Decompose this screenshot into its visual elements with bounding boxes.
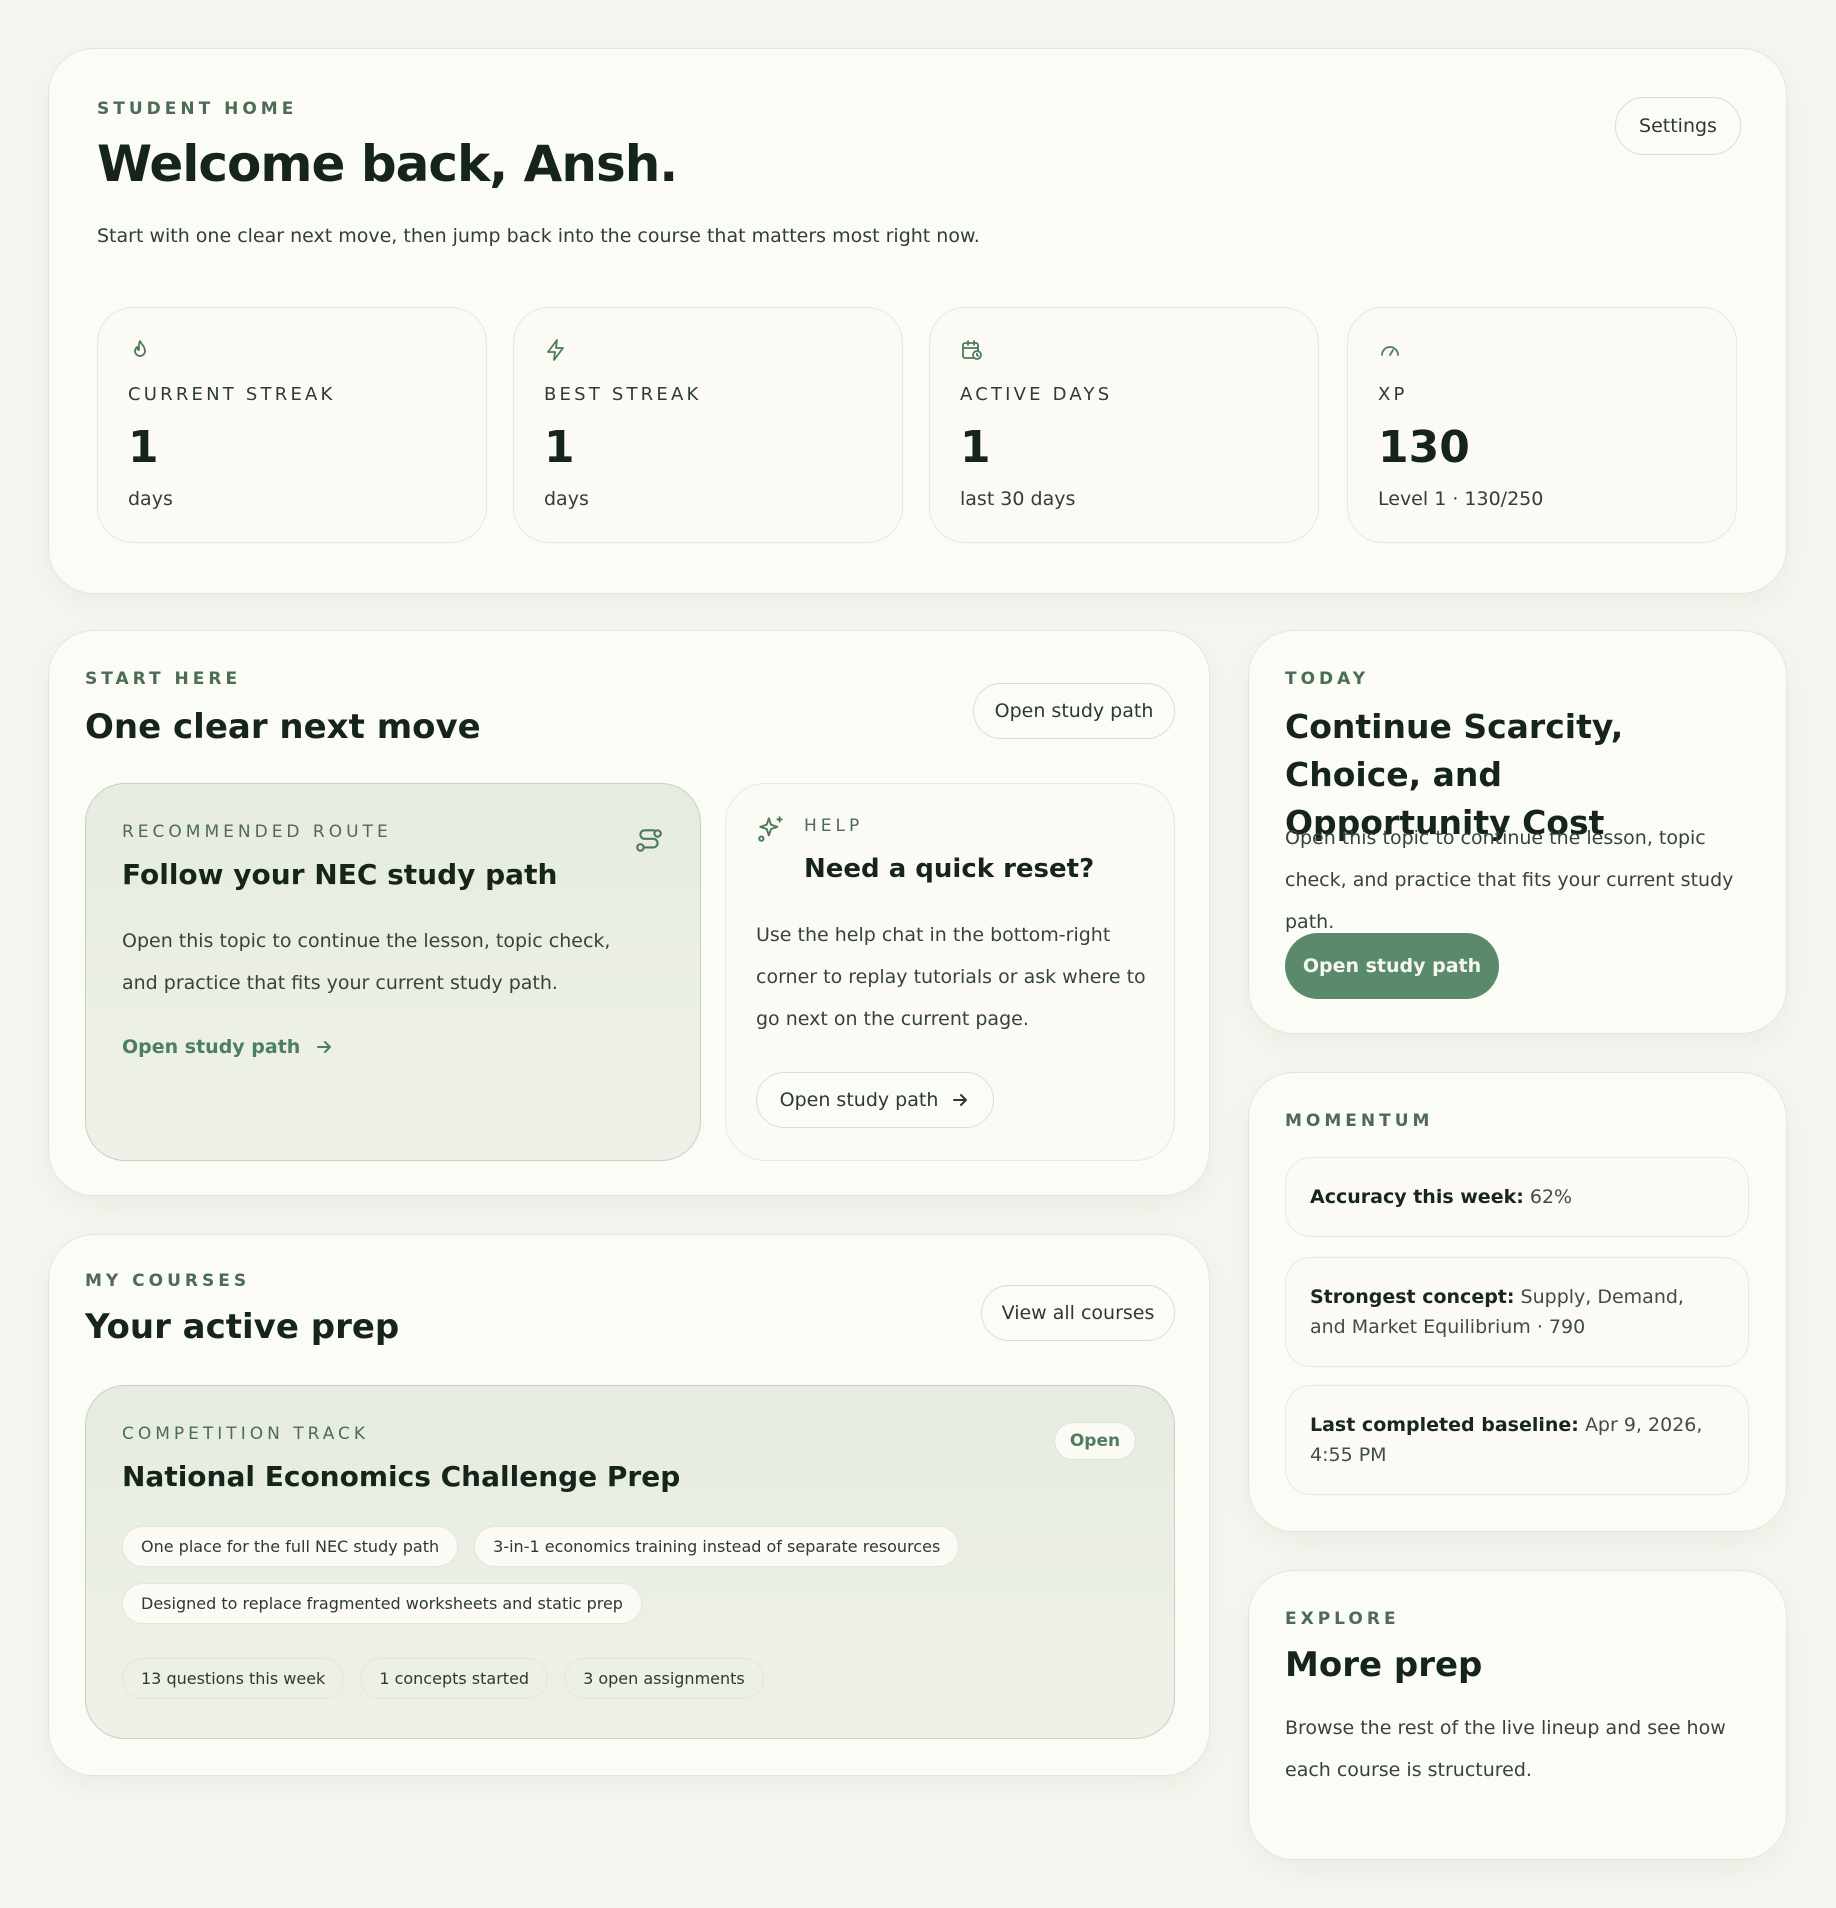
courses-eyebrow: MY COURSES	[85, 1271, 251, 1291]
momentum-item-text: Last completed baseline: Apr 9, 2026, 4:…	[1310, 1410, 1724, 1470]
arrow-right-icon	[953, 1094, 968, 1106]
momentum-item-value: 62%	[1529, 1186, 1573, 1208]
recommended-body: Open this topic to continue the lesson, …	[122, 930, 611, 994]
help-body: Use the help chat in the bottom-right co…	[756, 924, 1146, 1030]
help-card: HELP Need a quick reset? Use the help ch…	[725, 783, 1175, 1161]
sparkles-icon	[758, 816, 783, 842]
stat-label: CURRENT STREAK	[128, 384, 336, 405]
help-button-label: Open study path	[779, 1089, 939, 1111]
momentum-eyebrow: MOMENTUM	[1285, 1111, 1434, 1131]
help-open-study-path-button[interactable]: Open study path	[756, 1072, 994, 1128]
stat-label: XP	[1378, 384, 1408, 405]
stat-xp: XP 130 Level 1 · 130/250	[1347, 307, 1737, 543]
today-eyebrow: TODAY	[1285, 669, 1369, 689]
welcome-eyebrow: STUDENT HOME	[97, 99, 298, 119]
today-open-study-path-button[interactable]: Open study path	[1285, 933, 1499, 999]
course-metric-tag: 1 concepts started	[360, 1658, 549, 1699]
course-metric-tag: 3 open assignments	[564, 1658, 764, 1699]
recommended-route-card[interactable]: RECOMMENDED ROUTE Follow your NEC study …	[85, 783, 701, 1161]
momentum-item-label: Last completed baseline:	[1310, 1414, 1579, 1436]
courses-title: Your active prep	[85, 1307, 400, 1347]
stat-current-streak: CURRENT STREAK 1 days	[97, 307, 487, 543]
course-status-badge: Open	[1054, 1422, 1136, 1460]
welcome-subtitle: Start with one clear next move, then jum…	[97, 225, 980, 247]
stat-value: 1	[960, 422, 991, 473]
course-title: National Economics Challenge Prep	[122, 1460, 681, 1493]
course-metric-tag: 13 questions this week	[122, 1658, 345, 1699]
momentum-item-text: Strongest concept: Supply, Demand, and M…	[1310, 1282, 1724, 1342]
stat-sub: last 30 days	[960, 488, 1076, 510]
recommended-link-label: Open study path	[122, 1036, 301, 1058]
stat-best-streak: BEST STREAK 1 days	[513, 307, 903, 543]
momentum-strongest-concept: Strongest concept: Supply, Demand, and M…	[1285, 1257, 1749, 1367]
calendar-clock-icon	[962, 340, 982, 360]
recommended-title: Follow your NEC study path	[122, 858, 558, 891]
bolt-icon	[547, 339, 564, 361]
stat-label: BEST STREAK	[544, 384, 702, 405]
stat-sub: days	[544, 488, 589, 510]
stat-sub: days	[128, 488, 173, 510]
start-here-title: One clear next move	[85, 707, 481, 747]
stat-label: ACTIVE DAYS	[960, 384, 1113, 405]
stat-value: 1	[544, 422, 575, 473]
arrow-right-icon	[317, 1041, 332, 1053]
recommended-eyebrow: RECOMMENDED ROUTE	[122, 822, 392, 842]
open-study-path-button[interactable]: Open study path	[973, 683, 1175, 739]
flame-icon	[134, 340, 146, 357]
stat-value: 1	[128, 422, 159, 473]
momentum-item-text: Accuracy this week: 62%	[1310, 1182, 1724, 1212]
start-here-card: START HERE One clear next move Open stud…	[48, 630, 1210, 1196]
route-icon	[636, 829, 662, 852]
course-features: One place for the full NEC study path 3-…	[122, 1526, 1122, 1624]
course-card-nec[interactable]: COMPETITION TRACK Open National Economic…	[85, 1385, 1175, 1739]
momentum-item-label: Accuracy this week:	[1310, 1186, 1524, 1208]
explore-title: More prep	[1285, 1645, 1483, 1685]
course-eyebrow: COMPETITION TRACK	[122, 1424, 370, 1444]
momentum-card: MOMENTUM Accuracy this week: 62% Stronge…	[1248, 1072, 1787, 1532]
course-metrics: 13 questions this week 1 concepts starte…	[122, 1658, 764, 1699]
my-courses-card: MY COURSES Your active prep View all cou…	[48, 1234, 1210, 1776]
page-title: Welcome back, Ansh.	[97, 135, 678, 193]
explore-eyebrow: EXPLORE	[1285, 1609, 1400, 1629]
help-title: Need a quick reset?	[804, 854, 1095, 884]
course-feature-tag: 3-in-1 economics training instead of sep…	[474, 1526, 960, 1567]
momentum-item-label: Strongest concept:	[1310, 1286, 1515, 1308]
today-body: Open this topic to continue the lesson, …	[1285, 827, 1734, 933]
settings-button[interactable]: Settings	[1615, 97, 1741, 155]
gauge-icon	[1381, 346, 1399, 356]
welcome-card: STUDENT HOME Welcome back, Ansh. Start w…	[48, 48, 1787, 594]
course-feature-tag: Designed to replace fragmented worksheet…	[122, 1583, 642, 1624]
help-eyebrow: HELP	[804, 816, 864, 836]
course-feature-tag: One place for the full NEC study path	[122, 1526, 459, 1567]
momentum-accuracy: Accuracy this week: 62%	[1285, 1157, 1749, 1237]
recommended-link[interactable]: Open study path	[122, 1036, 334, 1058]
start-here-eyebrow: START HERE	[85, 669, 242, 689]
stat-active-days: ACTIVE DAYS 1 last 30 days	[929, 307, 1319, 543]
today-card: TODAY Continue Scarcity, Choice, and Opp…	[1248, 630, 1787, 1034]
explore-card[interactable]: EXPLORE More prep Browse the rest of the…	[1248, 1570, 1787, 1860]
explore-body: Browse the rest of the live lineup and s…	[1285, 1717, 1726, 1781]
stat-value: 130	[1378, 422, 1470, 473]
view-all-courses-button[interactable]: View all courses	[981, 1285, 1175, 1341]
stat-sub: Level 1 · 130/250	[1378, 488, 1544, 510]
momentum-last-baseline: Last completed baseline: Apr 9, 2026, 4:…	[1285, 1385, 1749, 1495]
